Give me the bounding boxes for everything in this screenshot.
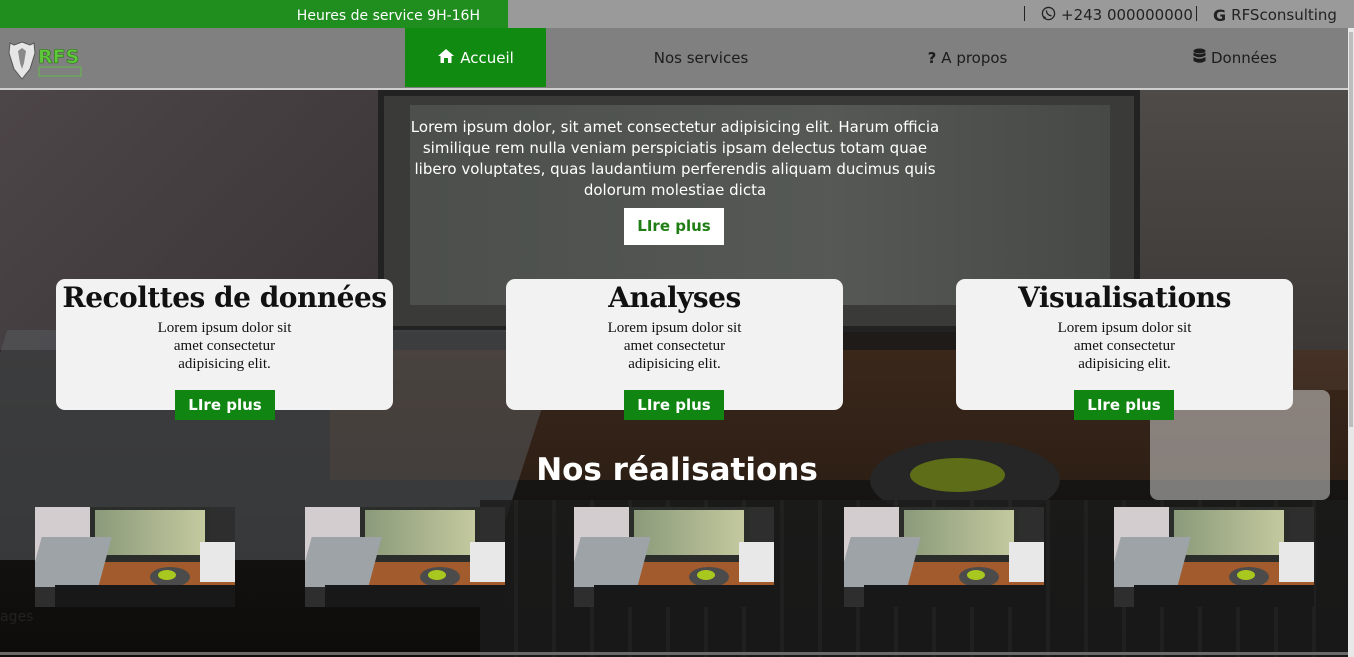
scrollbar-thumb[interactable] xyxy=(1349,32,1353,427)
realisations-title: Nos réalisations xyxy=(536,452,818,488)
service-hours: Heures de service 9H-16H xyxy=(0,0,508,28)
nav-label: Données xyxy=(1210,48,1277,67)
database-icon xyxy=(1193,48,1206,68)
phone-contact[interactable]: +243 000000000 xyxy=(1041,5,1193,25)
pages-text: ages xyxy=(0,609,34,625)
hero-read-more-button[interactable]: LIre plus xyxy=(624,208,724,245)
nav-accueil[interactable]: Accueil xyxy=(405,28,546,87)
card-read-more-button[interactable]: LIre plus xyxy=(175,390,275,420)
realisation-thumbnail[interactable] xyxy=(305,507,505,607)
brand-link[interactable]: G RFSconsulting xyxy=(1213,5,1337,25)
home-icon xyxy=(437,48,455,68)
separator xyxy=(1024,6,1025,21)
nav-donnees[interactable]: Données xyxy=(1165,28,1305,87)
top-info-bar: Heures de service 9H-16H +243 000000000 … xyxy=(0,0,1354,28)
card-text: Lorem ipsum dolor sit amet consectetur a… xyxy=(607,320,742,372)
card-text: Lorem ipsum dolor sit amet consectetur a… xyxy=(1057,320,1192,372)
nav-label: Nos services xyxy=(653,48,749,67)
svg-text:RFS: RFS xyxy=(38,46,79,68)
separator xyxy=(1196,6,1197,21)
realisation-thumbnail[interactable] xyxy=(35,507,235,607)
phone-number: +243 000000000 xyxy=(1061,6,1193,24)
card-read-more-button[interactable]: LIre plus xyxy=(624,390,724,420)
brand-name: RFSconsulting xyxy=(1231,6,1337,24)
realisation-thumbnail[interactable] xyxy=(574,507,774,607)
card-read-more-button[interactable]: LIre plus xyxy=(1074,390,1174,420)
site-logo[interactable]: RFS xyxy=(8,39,86,83)
nav-label: A propos xyxy=(941,48,1008,67)
nav-label: Accueil xyxy=(460,48,514,67)
bottom-border xyxy=(0,652,1354,655)
nav-nos-services[interactable]: Nos services xyxy=(626,28,776,87)
whatsapp-icon xyxy=(1041,6,1056,25)
card-title: Analyses xyxy=(608,281,741,314)
main-navbar: RFS Accueil Nos services ? A propos Donn… xyxy=(0,28,1354,90)
card-text: Lorem ipsum dolor sit amet consectetur a… xyxy=(157,320,292,372)
question-icon: ? xyxy=(927,48,937,67)
card-title: Recolttes de données xyxy=(62,281,387,314)
card-title: Visualisations xyxy=(1018,281,1231,314)
nav-a-propos[interactable]: ? A propos xyxy=(895,28,1040,87)
hero-description: Lorem ipsum dolor, sit amet consectetur … xyxy=(410,118,940,199)
realisation-thumbnail[interactable] xyxy=(1114,507,1314,607)
realisation-thumbnail[interactable] xyxy=(844,507,1044,607)
google-icon: G xyxy=(1213,5,1227,25)
